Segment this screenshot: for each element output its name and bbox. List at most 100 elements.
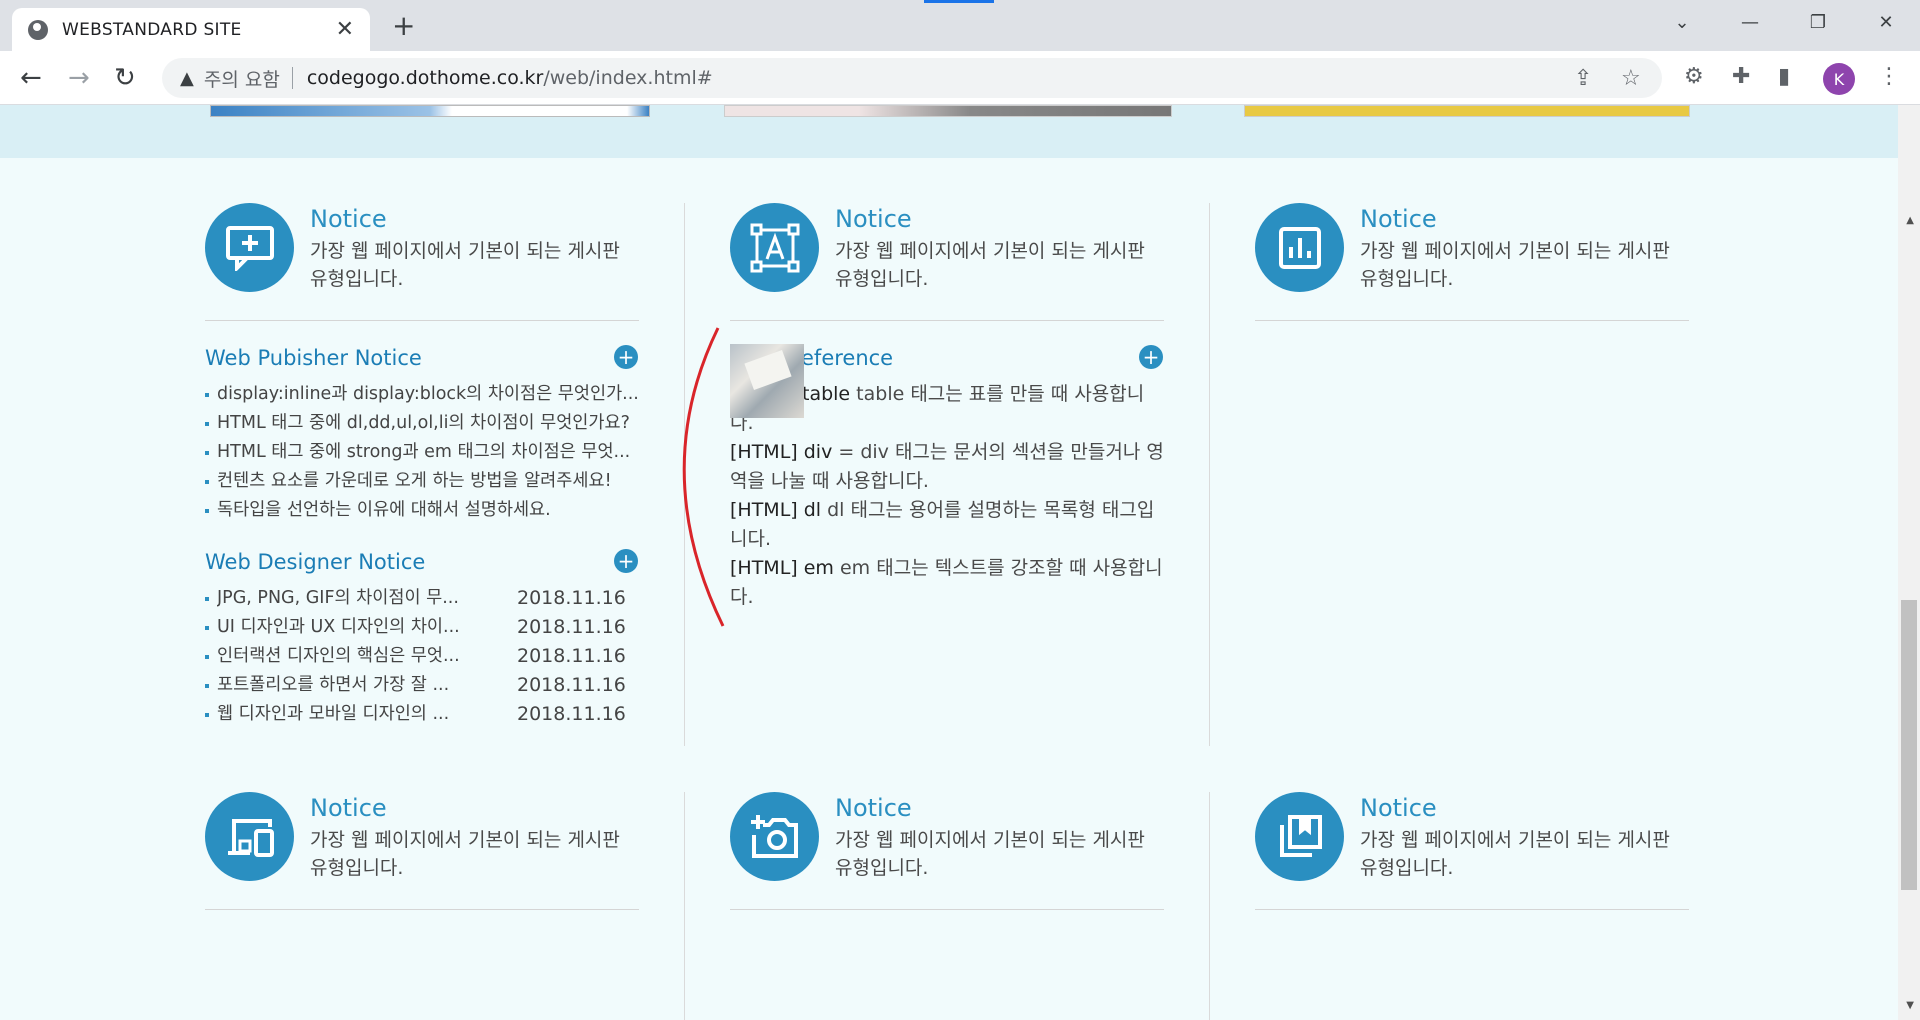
list-item-title[interactable]: 웹 디자인과 모바일 디자인의 ... bbox=[217, 700, 517, 729]
reference-more-plus-icon[interactable]: + bbox=[1139, 345, 1163, 369]
bar-chart-icon bbox=[1255, 203, 1344, 292]
column-divider bbox=[684, 792, 685, 1020]
address-separator bbox=[291, 67, 293, 89]
notice-title[interactable]: Notice bbox=[835, 205, 912, 233]
banner-image-3 bbox=[1244, 105, 1690, 117]
add-comment-icon bbox=[205, 203, 294, 292]
notice-card[interactable]: Notice 가장 웹 페이지에서 기본이 되는 게시판 유형입니다. bbox=[730, 792, 1164, 910]
list-item[interactable]: display:inline과 display:block의 차이점은 무엇인가… bbox=[205, 380, 639, 409]
designer-more-plus-icon[interactable]: + bbox=[614, 549, 638, 573]
designer-notice-heading[interactable]: Web Designer Notice bbox=[205, 550, 425, 574]
publisher-notice-heading[interactable]: Web Pubisher Notice bbox=[205, 346, 422, 370]
list-item[interactable]: HTML 태그 중에 dl,dd,ul,ol,li의 차이점이 무엇인가요? bbox=[205, 409, 639, 438]
notice-title[interactable]: Notice bbox=[1360, 205, 1437, 233]
list-item-date: 2018.11.16 bbox=[517, 645, 626, 667]
warning-icon[interactable]: ▲ bbox=[180, 68, 194, 89]
reference-tag: [HTML] em bbox=[730, 557, 834, 579]
star-icon[interactable]: ☆ bbox=[1621, 66, 1641, 91]
list-item-title[interactable]: UI 디자인과 UX 디자인의 차이... bbox=[217, 613, 517, 642]
notice-description: 가장 웹 페이지에서 기본이 되는 게시판 유형입니다. bbox=[1360, 240, 1670, 290]
extension-gear-icon[interactable]: ⚙ bbox=[1684, 64, 1704, 89]
reference-thumbnail[interactable] bbox=[730, 344, 804, 418]
list-item-date: 2018.11.16 bbox=[517, 587, 626, 609]
list-item-title[interactable]: JPG, PNG, GIF의 차이점이 무... bbox=[217, 584, 517, 613]
add-photo-icon bbox=[730, 792, 819, 881]
list-item[interactable]: UI 디자인과 UX 디자인의 차이... 2018.11.16 bbox=[205, 613, 639, 642]
minimize-icon[interactable]: — bbox=[1716, 0, 1784, 44]
notice-card[interactable]: Notice 가장 웹 페이지에서 기본이 되는 게시판 유형입니다. bbox=[205, 792, 639, 910]
tab-title: WEBSTANDARD SITE bbox=[62, 19, 242, 40]
notice-card[interactable]: Notice 가장 웹 페이지에서 기본이 되는 게시판 유형입니다. bbox=[1255, 792, 1689, 910]
column-divider bbox=[1209, 792, 1210, 1020]
puzzle-icon[interactable]: ✚ bbox=[1732, 64, 1750, 89]
bookmarks-icon bbox=[1255, 792, 1344, 881]
reload-icon[interactable]: ↻ bbox=[114, 63, 136, 93]
close-window-icon[interactable]: ✕ bbox=[1852, 0, 1920, 44]
browser-tab[interactable]: WEBSTANDARD SITE ✕ bbox=[12, 8, 370, 51]
security-warning[interactable]: 주의 요함 bbox=[204, 65, 280, 92]
banner-image-1 bbox=[210, 105, 650, 117]
list-item[interactable]: 독타입을 선언하는 이유에 대해서 설명하세요. bbox=[205, 496, 639, 525]
scroll-up-arrow-icon[interactable]: ▲ bbox=[1906, 215, 1914, 226]
notice-description: 가장 웹 페이지에서 기본이 되는 게시판 유형입니다. bbox=[310, 240, 620, 290]
publisher-more-plus-icon[interactable]: + bbox=[614, 345, 638, 369]
list-item[interactable]: 컨텐츠 요소를 가운데로 오게 하는 방법을 알려주세요! bbox=[205, 467, 639, 496]
restore-icon[interactable]: ❐ bbox=[1784, 0, 1852, 44]
banner-image-2 bbox=[724, 105, 1172, 117]
notice-description: 가장 웹 페이지에서 기본이 되는 게시판 유형입니다. bbox=[1360, 829, 1670, 879]
notice-title[interactable]: Notice bbox=[1360, 794, 1437, 822]
reference-heading[interactable]: eference bbox=[801, 346, 893, 370]
list-item-date: 2018.11.16 bbox=[517, 616, 626, 638]
close-tab-icon[interactable]: ✕ bbox=[336, 17, 354, 42]
browser-toolbar: ← → ↻ ▲ 주의 요함 codegogo.dothome.co.kr/web… bbox=[0, 51, 1920, 105]
new-tab-icon[interactable]: + bbox=[392, 9, 415, 42]
reference-item[interactable]: [HTML] em em 태그는 텍스트를 강조할 때 사용합니다. bbox=[730, 554, 1165, 612]
forward-icon[interactable]: → bbox=[68, 63, 90, 93]
notice-title[interactable]: Notice bbox=[310, 794, 387, 822]
share-icon[interactable]: ⇪ bbox=[1574, 66, 1592, 91]
reference-tag: [HTML] div bbox=[730, 441, 833, 463]
notice-card[interactable]: Notice 가장 웹 페이지에서 기본이 되는 게시판 유형입니다. bbox=[1255, 203, 1689, 321]
list-item[interactable]: 웹 디자인과 모바일 디자인의 ... 2018.11.16 bbox=[205, 700, 639, 729]
list-item[interactable]: JPG, PNG, GIF의 차이점이 무... 2018.11.16 bbox=[205, 584, 639, 613]
list-item[interactable]: HTML 태그 중에 strong과 em 태그의 차이점은 무엇... bbox=[205, 438, 639, 467]
tab-strip-indicator bbox=[924, 0, 994, 3]
reference-tag: [HTML] dl bbox=[730, 499, 822, 521]
notice-title[interactable]: Notice bbox=[835, 794, 912, 822]
url-host: codegogo.dothome.co.kr bbox=[306, 67, 544, 89]
window-controls: ⌄ — ❐ ✕ bbox=[1648, 0, 1920, 44]
reference-tag: table bbox=[802, 383, 851, 405]
publisher-notice-list: display:inline과 display:block의 차이점은 무엇인가… bbox=[205, 380, 639, 525]
reference-item[interactable]: [HTML] div = div 태그는 문서의 섹션을 만들거나 영역을 나눌… bbox=[730, 438, 1165, 496]
list-item[interactable]: 포트폴리오를 하면서 가장 잘 ... 2018.11.16 bbox=[205, 671, 639, 700]
text-frame-icon bbox=[730, 203, 819, 292]
profile-avatar[interactable]: K bbox=[1823, 63, 1855, 95]
globe-icon bbox=[28, 19, 48, 40]
side-panel-icon[interactable]: ▮ bbox=[1778, 64, 1790, 89]
annotation-arc bbox=[682, 327, 725, 627]
url-path: /web/index.html# bbox=[543, 67, 713, 89]
notice-card[interactable]: Notice 가장 웹 페이지에서 기본이 되는 게시판 유형입니다. bbox=[730, 203, 1164, 321]
notice-title[interactable]: Notice bbox=[310, 205, 387, 233]
column-divider bbox=[1209, 203, 1210, 746]
list-item[interactable]: 인터랙션 디자인의 핵심은 무엇... 2018.11.16 bbox=[205, 642, 639, 671]
back-icon[interactable]: ← bbox=[20, 63, 42, 93]
address-bar[interactable]: ▲ 주의 요함 codegogo.dothome.co.kr/web/index… bbox=[162, 58, 1662, 98]
notice-description: 가장 웹 페이지에서 기본이 되는 게시판 유형입니다. bbox=[835, 829, 1145, 879]
scroll-down-arrow-icon[interactable]: ▼ bbox=[1906, 1000, 1914, 1011]
list-item-title[interactable]: 포트폴리오를 하면서 가장 잘 ... bbox=[217, 671, 517, 700]
list-item-date: 2018.11.16 bbox=[517, 674, 626, 696]
page-scrollbar[interactable]: ▲ ▼ bbox=[1898, 105, 1920, 1020]
url-text[interactable]: codegogo.dothome.co.kr/web/index.html# bbox=[307, 67, 713, 89]
scrollbar-thumb[interactable] bbox=[1901, 600, 1917, 890]
list-item-title[interactable]: 인터랙션 디자인의 핵심은 무엇... bbox=[217, 642, 517, 671]
notice-description: 가장 웹 페이지에서 기본이 되는 게시판 유형입니다. bbox=[835, 240, 1145, 290]
more-menu-icon[interactable]: ⋮ bbox=[1878, 64, 1900, 89]
notice-description: 가장 웹 페이지에서 기본이 되는 게시판 유형입니다. bbox=[310, 829, 620, 879]
reference-item[interactable]: [HTML] dl dl 태그는 용어를 설명하는 목록형 태그입니다. bbox=[730, 496, 1165, 554]
list-item-date: 2018.11.16 bbox=[517, 703, 626, 725]
devices-icon bbox=[205, 792, 294, 881]
designer-notice-list: JPG, PNG, GIF의 차이점이 무... 2018.11.16 UI 디자… bbox=[205, 584, 639, 729]
tab-search-icon[interactable]: ⌄ bbox=[1648, 0, 1716, 44]
notice-card[interactable]: Notice 가장 웹 페이지에서 기본이 되는 게시판 유형입니다. bbox=[205, 203, 639, 321]
